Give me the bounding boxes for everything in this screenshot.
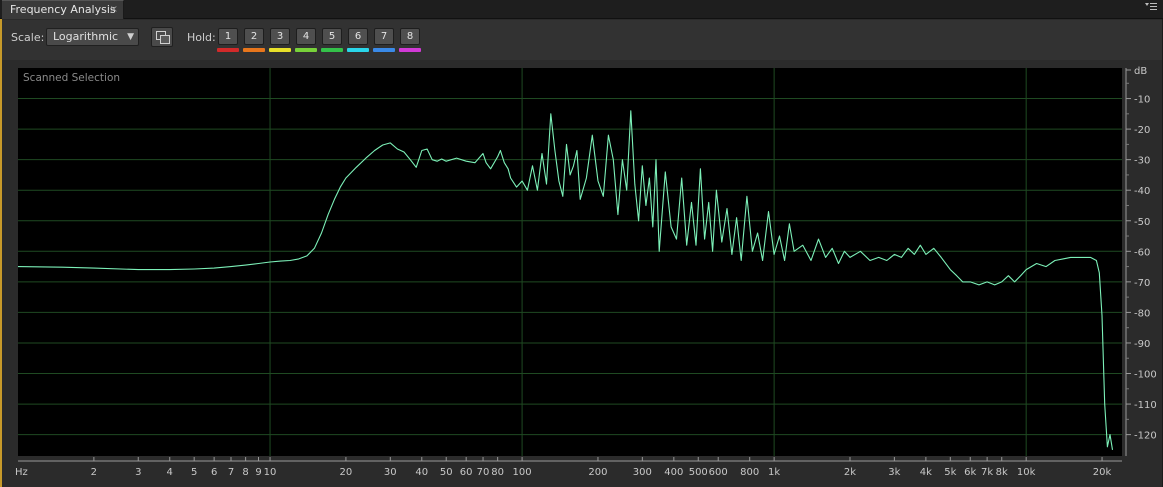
x-tick-label: 6 — [211, 467, 217, 478]
hold-button-1[interactable]: 1 — [218, 28, 238, 45]
hold-button-7[interactable]: 7 — [374, 28, 394, 45]
y-axis-unit-label: dB — [1134, 66, 1147, 77]
y-tick-label: -10 — [1134, 95, 1150, 106]
x-tick-label: 50 — [440, 467, 453, 478]
tab-frequency-analysis[interactable]: Frequency Analysis × — [2, 0, 124, 19]
y-tick-label: -60 — [1134, 247, 1150, 258]
hold-color-swatch-5 — [321, 48, 343, 52]
x-tick-label: 300 — [633, 467, 652, 478]
hold-color-swatch-1 — [217, 48, 239, 52]
y-tick-label: -100 — [1134, 370, 1157, 381]
hold-color-swatch-6 — [347, 48, 369, 52]
x-tick-label: 3 — [135, 467, 141, 478]
x-tick-label: 600 — [709, 467, 728, 478]
x-tick-label: 30 — [384, 467, 397, 478]
x-tick-label: 2k — [844, 467, 856, 478]
y-tick-label: -120 — [1134, 431, 1157, 442]
y-tick-label: -80 — [1134, 308, 1150, 319]
plot-background — [18, 68, 1122, 456]
x-tick-label: 10k — [1017, 467, 1036, 478]
x-tick-label: 3k — [888, 467, 900, 478]
x-tick-label: 1k — [768, 467, 780, 478]
y-tick-label: -50 — [1134, 217, 1150, 228]
x-tick-label: 60 — [460, 467, 473, 478]
x-tick-label: 100 — [513, 467, 532, 478]
x-tick-label: 6k — [964, 467, 976, 478]
hold-label: Hold: — [187, 31, 216, 44]
x-tick-label: 10 — [264, 467, 277, 478]
x-tick-label: 200 — [588, 467, 607, 478]
analysis-toolbar: Scale: Logarithmic ▼ Hold: 12345678 — [2, 20, 1162, 60]
hold-button-5[interactable]: 5 — [322, 28, 342, 45]
chart-annotation: Scanned Selection — [23, 72, 120, 84]
y-tick-label: -30 — [1134, 156, 1150, 167]
hold-color-swatch-3 — [269, 48, 291, 52]
scale-label: Scale: — [11, 31, 45, 44]
spectrum-chart[interactable]: Scanned Selection dB -10 -20 -30 -40 -50 -60 -70… — [2, 61, 1162, 487]
x-tick-label: 7 — [228, 467, 234, 478]
hold-color-swatch-8 — [399, 48, 421, 52]
x-tick-label: 70 — [477, 467, 490, 478]
scale-dropdown-value: Logarithmic — [53, 30, 119, 43]
x-tick-label: 40 — [415, 467, 428, 478]
tab-title: Frequency Analysis — [10, 3, 116, 16]
x-tick-label: 5k — [944, 467, 956, 478]
x-tick-label: 4k — [920, 467, 932, 478]
x-tick-label: 400 — [664, 467, 683, 478]
frequency-graph[interactable]: Scanned Selection dB -10 -20 -30 -40 -50 -60 -70… — [2, 61, 1162, 487]
x-tick-label: 800 — [740, 467, 759, 478]
hold-color-swatch-4 — [295, 48, 317, 52]
copy-graph-icon — [156, 31, 170, 44]
x-tick-label: 8 — [242, 467, 248, 478]
panel-menu-icon[interactable] — [1145, 2, 1157, 16]
hold-color-swatch-2 — [243, 48, 265, 52]
x-tick-label: 7k — [981, 467, 993, 478]
x-tick-label: 8k — [996, 467, 1008, 478]
x-tick-label: 500 — [689, 467, 708, 478]
x-axis-unit-label: Hz — [15, 467, 28, 478]
y-tick-label: -110 — [1134, 400, 1157, 411]
x-tick-label: 4 — [167, 467, 173, 478]
close-icon[interactable]: × — [110, 1, 118, 19]
hold-button-4[interactable]: 4 — [296, 28, 316, 45]
panel-tab-bar: Frequency Analysis × — [0, 0, 1163, 19]
x-tick-label: 20 — [340, 467, 353, 478]
x-tick-label: 5 — [191, 467, 197, 478]
y-tick-label: -40 — [1134, 186, 1150, 197]
hold-button-6[interactable]: 6 — [348, 28, 368, 45]
scale-dropdown[interactable]: Logarithmic ▼ — [46, 28, 139, 46]
x-tick-label: 80 — [491, 467, 504, 478]
copy-graph-button[interactable] — [151, 27, 173, 47]
hold-color-swatch-7 — [373, 48, 395, 52]
hold-button-3[interactable]: 3 — [270, 28, 290, 45]
x-tick-label: 2 — [91, 467, 97, 478]
y-tick-label: -20 — [1134, 125, 1150, 136]
x-tick-label: 20k — [1093, 467, 1112, 478]
hold-button-2[interactable]: 2 — [244, 28, 264, 45]
y-tick-label: -90 — [1134, 339, 1150, 350]
x-tick-label: 9 — [255, 467, 261, 478]
hold-button-8[interactable]: 8 — [400, 28, 420, 45]
y-tick-label: -70 — [1134, 278, 1150, 289]
chevron-down-icon: ▼ — [127, 32, 134, 42]
